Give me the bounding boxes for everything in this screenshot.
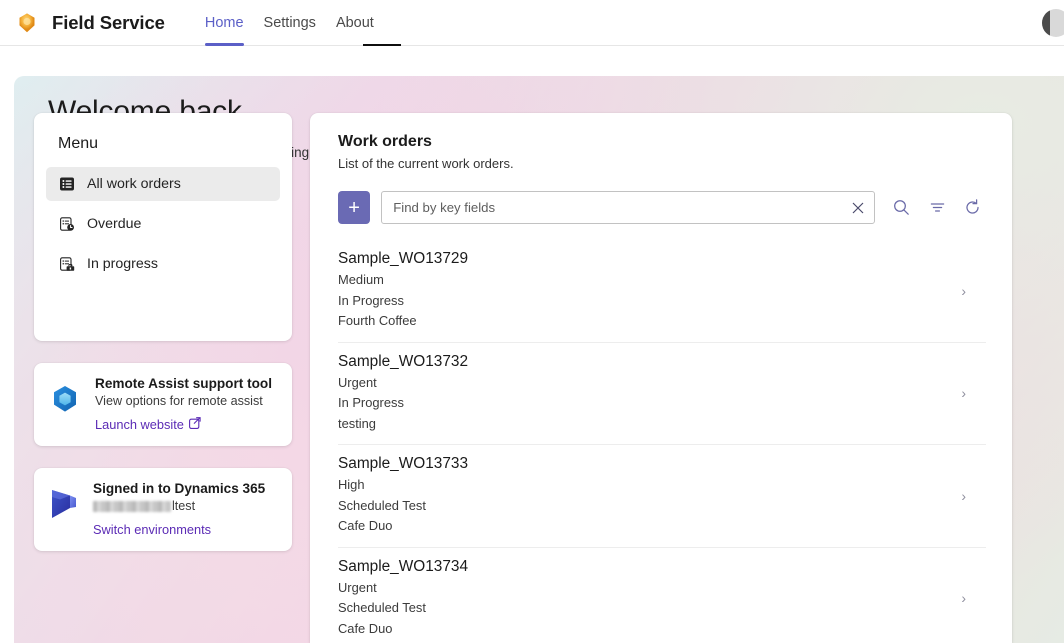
switch-environments-link[interactable]: Switch environments <box>93 522 265 537</box>
work-order-account: testing <box>338 415 376 431</box>
work-order-account: Cafe Duo <box>338 620 393 636</box>
dynamics-365-title: Signed in to Dynamics 365 <box>93 481 266 496</box>
remote-assist-subtitle: View options for remote assist <box>95 394 263 408</box>
left-column: Menu All work orders Overdue In progress… <box>34 113 292 551</box>
table-row[interactable]: Sample_WO13733 High Scheduled Test Cafe … <box>338 445 986 548</box>
work-order-name: Sample_WO13729 <box>338 250 469 267</box>
work-order-priority: Medium <box>338 272 384 287</box>
header-focus-indicator <box>363 44 401 46</box>
search-icon[interactable] <box>888 194 915 222</box>
remote-assist-card[interactable]: Remote Assist support tool View options … <box>34 363 292 446</box>
work-order-account: Cafe Duo <box>338 518 393 533</box>
work-orders-subtitle: List of the current work orders. <box>338 156 514 171</box>
chevron-right-icon[interactable]: › <box>961 488 966 504</box>
sidebar-item-label: Overdue <box>87 216 142 232</box>
dynamics-365-card[interactable]: Signed in to Dynamics 365 ltest Switch e… <box>34 468 292 551</box>
clipboard-clock-icon <box>58 215 76 233</box>
sidebar-item-label: In progress <box>87 256 158 272</box>
environment-name: ltest <box>93 499 265 513</box>
work-order-priority: High <box>338 477 365 492</box>
table-row[interactable]: Sample_WO13732 Urgent In Progress testin… <box>338 343 986 445</box>
work-order-account: Fourth Coffee <box>338 313 417 328</box>
nav-tab-home[interactable]: Home <box>195 0 254 46</box>
sidebar-item-label: All work orders <box>87 176 181 192</box>
filter-icon[interactable] <box>923 194 950 222</box>
work-orders-list: Sample_WO13729 Medium In Progress Fourth… <box>338 240 986 643</box>
work-orders-title: Work orders <box>338 133 432 150</box>
sidebar-item-in-progress[interactable]: In progress <box>46 247 280 281</box>
launch-website-link[interactable]: Launch website <box>95 417 201 432</box>
work-order-name: Sample_WO13732 <box>338 352 469 370</box>
dynamics-365-icon <box>48 487 80 521</box>
work-order-name: Sample_WO13734 <box>338 557 469 575</box>
sidebar-item-all-work-orders[interactable]: All work orders <box>46 167 280 201</box>
launch-website-label: Launch website <box>95 417 184 432</box>
environment-suffix: ltest <box>172 499 196 513</box>
nav-tab-about[interactable]: About <box>326 0 384 46</box>
app-title: Field Service <box>52 11 165 33</box>
sidebar-item-overdue[interactable]: Overdue <box>46 207 280 241</box>
work-order-name: Sample_WO13733 <box>338 455 469 472</box>
refresh-icon[interactable] <box>959 194 986 222</box>
redacted-text <box>93 500 171 512</box>
remote-assist-title: Remote Assist support tool <box>95 376 272 391</box>
menu-card: Menu All work orders Overdue In progress <box>34 113 292 341</box>
chevron-right-icon[interactable]: › <box>961 283 966 299</box>
work-order-status: In Progress <box>338 395 404 410</box>
chevron-right-icon[interactable]: › <box>961 385 966 401</box>
menu-heading: Menu <box>58 135 99 152</box>
table-row[interactable]: Sample_WO13734 Urgent Scheduled Test Caf… <box>338 548 986 643</box>
main-nav: Home Settings About <box>195 0 384 46</box>
work-order-status: In Progress <box>338 292 404 308</box>
clipboard-toolbox-icon <box>58 255 76 273</box>
external-link-icon <box>188 417 201 432</box>
close-icon[interactable] <box>846 196 869 219</box>
search-field-wrapper <box>381 191 876 224</box>
work-order-priority: Urgent <box>338 374 377 390</box>
app-header: Field Service Home Settings About <box>0 0 1064 46</box>
hexagon-logo-icon <box>14 10 40 36</box>
work-orders-toolbar: + <box>338 191 986 224</box>
work-order-priority: Urgent <box>338 579 377 595</box>
table-row[interactable]: Sample_WO13729 Medium In Progress Fourth… <box>338 240 986 343</box>
work-orders-panel: Work orders List of the current work ord… <box>310 113 1012 643</box>
search-input[interactable] <box>381 191 876 224</box>
chevron-right-icon[interactable]: › <box>961 590 966 606</box>
add-work-order-button[interactable]: + <box>338 191 371 224</box>
work-order-status: Scheduled Test <box>338 497 426 513</box>
remote-assist-hexagon-icon <box>48 382 82 416</box>
list-icon <box>58 175 76 193</box>
work-order-status: Scheduled Test <box>338 600 426 615</box>
avatar[interactable] <box>1042 9 1064 37</box>
nav-tab-settings[interactable]: Settings <box>254 0 326 46</box>
